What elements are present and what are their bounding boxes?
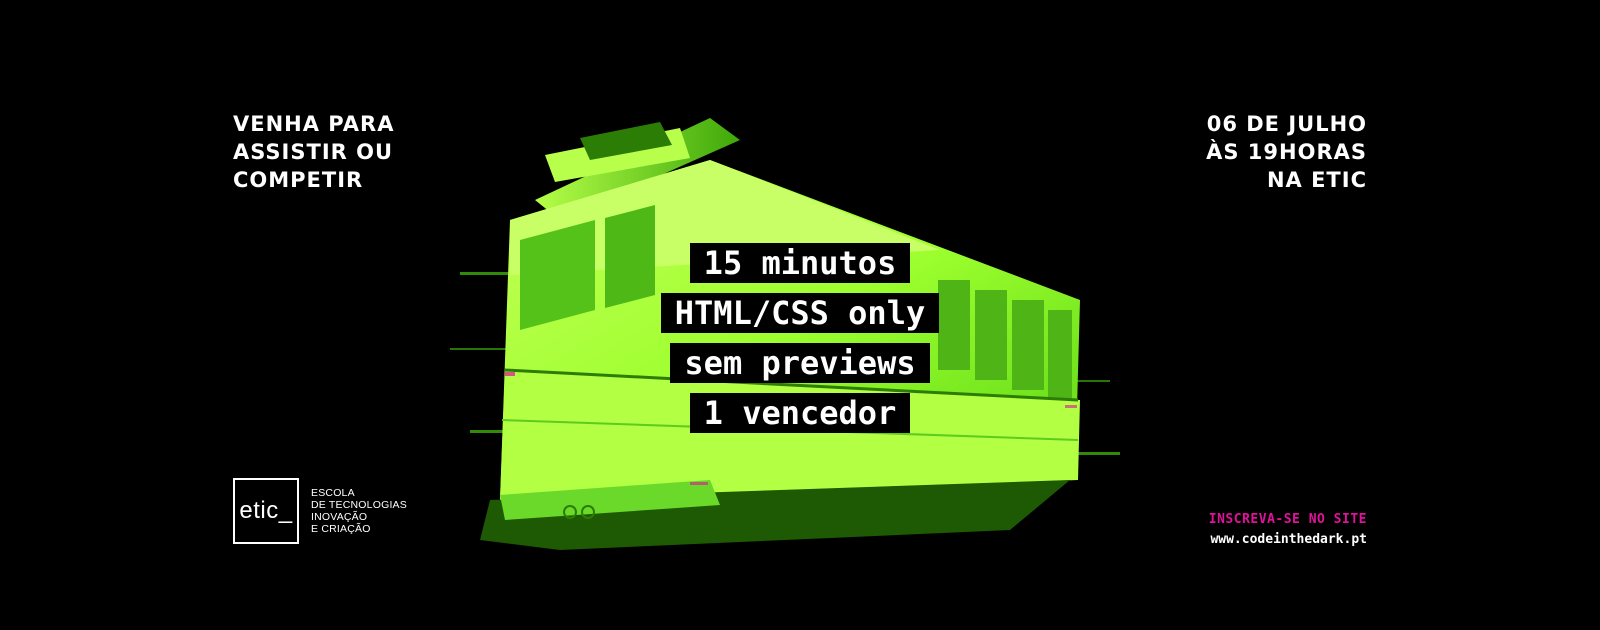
logo-line: INOVAÇÃO [311, 511, 368, 523]
rule-winner: 1 vencedor [689, 393, 911, 433]
signup-title: INSCREVA-SE NO SITE [1208, 512, 1367, 527]
event-time: ÀS 19HORAS [1206, 140, 1367, 164]
rule-tech: HTML/CSS only [660, 293, 940, 333]
event-banner: VENHA PARA ASSISTIR OU COMPETIR 06 DE JU… [0, 0, 1600, 630]
etic-logo-text: ESCOLA DE TECNOLOGIAS INOVAÇÃO E CRIAÇÃO [311, 487, 407, 535]
website-link[interactable]: www.codeinthedark.pt [1209, 530, 1367, 550]
logo-line: DE TECNOLOGIAS [311, 499, 407, 511]
tagline-line: ASSISTIR OU [233, 140, 394, 164]
event-date: 06 DE JULHO [1206, 112, 1367, 136]
logo-line: ESCOLA [311, 487, 355, 499]
event-location: NA ETIC [1266, 168, 1367, 192]
logo-line: E CRIAÇÃO [311, 523, 371, 535]
etic-logo: etic_ ESCOLA DE TECNOLOGIAS INOVAÇÃO E C… [233, 478, 407, 544]
rule-no-previews: sem previews [670, 343, 930, 383]
tagline: VENHA PARA ASSISTIR OU COMPETIR [233, 110, 394, 194]
signup-cta: INSCREVA-SE NO SITE www.codeinthedark.pt [1209, 510, 1367, 550]
event-date-time: 06 DE JULHO ÀS 19HORAS NA ETIC [1206, 110, 1367, 194]
rule-duration: 15 minutos [689, 243, 911, 283]
rules-list: 15 minutos HTML/CSS only sem previews 1 … [0, 243, 1600, 433]
etic-logo-mark: etic_ [233, 478, 299, 544]
tagline-line: COMPETIR [233, 168, 364, 192]
tagline-line: VENHA PARA [233, 112, 395, 136]
